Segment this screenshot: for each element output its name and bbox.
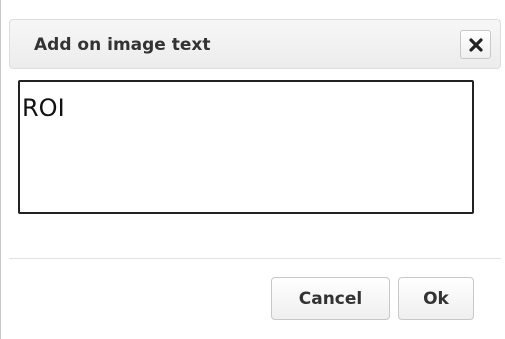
close-icon [468, 37, 483, 52]
dialog-border [0, 0, 1, 339]
dialog-titlebar[interactable]: Add on image text [9, 19, 501, 69]
page: Add on image text Cancel Ok [0, 0, 505, 339]
ok-button[interactable]: Ok [398, 277, 474, 320]
close-button[interactable] [460, 30, 491, 59]
dialog-title: Add on image text [34, 35, 211, 55]
image-text-input[interactable] [18, 80, 474, 214]
cancel-button[interactable]: Cancel [271, 277, 390, 320]
footer-divider [9, 258, 501, 259]
